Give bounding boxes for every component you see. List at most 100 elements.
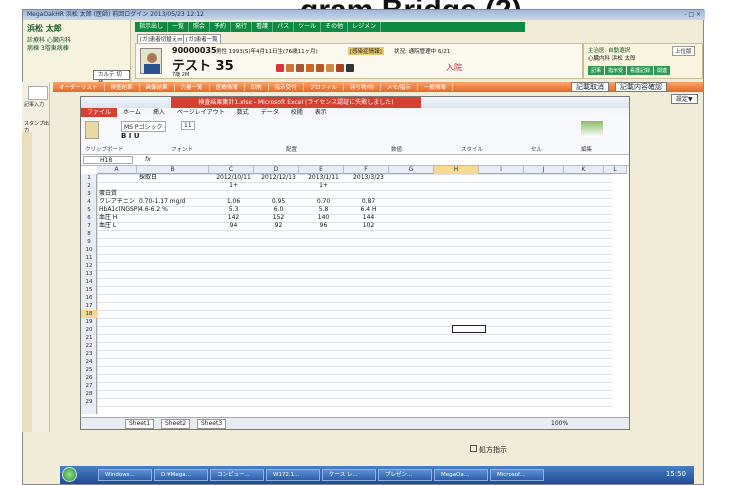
row-number[interactable]: 24 bbox=[81, 358, 97, 366]
bold-icon[interactable]: B I U bbox=[121, 132, 140, 140]
table-cell[interactable]: 144 bbox=[346, 214, 391, 222]
col-header[interactable]: B bbox=[137, 166, 209, 174]
row-number[interactable]: 27 bbox=[81, 382, 97, 390]
row-number[interactable]: 16 bbox=[81, 294, 97, 302]
toolbar-item[interactable]: 力量一覧 bbox=[175, 83, 210, 91]
row-number[interactable]: 13 bbox=[81, 270, 97, 278]
table-cell[interactable]: 96 bbox=[301, 222, 346, 230]
row-number[interactable]: 21 bbox=[81, 334, 97, 342]
table-cell[interactable]: 6.0 bbox=[256, 206, 301, 214]
row-number[interactable]: 14 bbox=[81, 278, 97, 286]
table-cell[interactable]: 2013/1/11 bbox=[301, 174, 346, 182]
menu-item[interactable]: パス bbox=[273, 22, 295, 32]
table-cell[interactable]: 0.70 bbox=[301, 198, 346, 206]
col-header[interactable]: A bbox=[97, 166, 137, 174]
table-cell[interactable]: 6.4 H bbox=[346, 206, 391, 214]
row-number[interactable]: 25 bbox=[81, 366, 97, 374]
table-cell[interactable]: 血圧 H bbox=[99, 214, 117, 222]
table-cell[interactable]: 1.06 bbox=[211, 198, 256, 206]
col-header[interactable]: K bbox=[564, 166, 604, 174]
alert-icon[interactable] bbox=[286, 64, 294, 72]
row-number[interactable]: 12 bbox=[81, 262, 97, 270]
tab-insert[interactable]: 挿入 bbox=[147, 108, 171, 117]
table-cell[interactable]: 蛋白質 bbox=[99, 190, 117, 198]
table-cell[interactable]: 94 bbox=[211, 222, 256, 230]
menu-item[interactable]: 看護 bbox=[252, 22, 274, 32]
toolbar-item[interactable]: 画像結果 bbox=[140, 83, 175, 91]
table-cell[interactable]: 92 bbox=[256, 222, 301, 230]
tab-formulas[interactable]: 数式 bbox=[231, 108, 255, 117]
table-cell[interactable]: 血圧 L bbox=[99, 222, 116, 230]
taskbar-item[interactable]: Microsof... bbox=[490, 469, 544, 481]
menu-item[interactable]: 発行 bbox=[231, 22, 253, 32]
col-header[interactable]: L bbox=[604, 166, 627, 174]
row-number[interactable]: 28 bbox=[81, 390, 97, 398]
row-number[interactable]: 9 bbox=[81, 238, 97, 246]
tab-review[interactable]: 校閲 bbox=[285, 108, 309, 117]
tab-records[interactable]: 記事 bbox=[588, 66, 605, 75]
row-number[interactable]: 20 bbox=[81, 326, 97, 334]
table-cell[interactable]: 0.70-1.17 mg/d bbox=[139, 198, 185, 206]
alert-icon[interactable] bbox=[326, 64, 334, 72]
formula-icon[interactable]: fx bbox=[145, 156, 151, 163]
tab-related[interactable]: 関連 bbox=[654, 66, 671, 75]
row-number[interactable]: 5 bbox=[81, 206, 97, 214]
row-number[interactable]: 18 bbox=[81, 310, 97, 318]
upper-button[interactable]: 上位版 bbox=[672, 46, 695, 56]
col-header[interactable]: I bbox=[479, 166, 524, 174]
sort-icon[interactable] bbox=[581, 121, 603, 137]
cancel-record-button[interactable]: 記載取消 bbox=[571, 82, 609, 92]
name-box[interactable]: H18 bbox=[83, 156, 133, 164]
row-number[interactable]: 17 bbox=[81, 302, 97, 310]
table-cell[interactable]: 2012/10/11 bbox=[211, 174, 256, 182]
col-header[interactable]: E bbox=[299, 166, 344, 174]
sheet-tab[interactable]: Sheet2 bbox=[161, 419, 191, 429]
menu-item[interactable]: 指示出し bbox=[135, 22, 169, 32]
tab-nursing[interactable]: 看護記録 bbox=[627, 66, 654, 75]
menu-item[interactable]: その他 bbox=[321, 22, 349, 32]
row-number[interactable]: 7 bbox=[81, 222, 97, 230]
col-header[interactable]: H bbox=[434, 166, 479, 174]
toolbar-item[interactable]: 印刷 bbox=[245, 83, 269, 91]
row-number[interactable]: 2 bbox=[81, 182, 97, 190]
toolbar-item[interactable]: 検査結果 bbox=[105, 83, 140, 91]
table-cell[interactable]: 0.87 bbox=[346, 198, 391, 206]
table-cell[interactable]: 1+ bbox=[211, 182, 256, 190]
table-cell[interactable]: 140 bbox=[301, 214, 346, 222]
toolbar-item[interactable]: メモ/指示 bbox=[381, 83, 418, 91]
prescription-link[interactable]: 処方指示 bbox=[470, 445, 507, 455]
alert-icon[interactable] bbox=[346, 64, 354, 72]
taskbar-item[interactable]: ケース レ... bbox=[322, 469, 376, 481]
col-header[interactable]: D bbox=[254, 166, 299, 174]
toolbar-item[interactable]: 指示受付 bbox=[269, 83, 304, 91]
allergy-badge[interactable]: [感染症情報] bbox=[348, 47, 384, 55]
window-controls[interactable]: - □ × bbox=[684, 11, 701, 18]
vertical-tabs[interactable] bbox=[22, 132, 32, 432]
table-cell[interactable]: 5.8 bbox=[301, 206, 346, 214]
alert-icon[interactable] bbox=[276, 64, 284, 72]
row-number[interactable]: 10 bbox=[81, 246, 97, 254]
tab-layout[interactable]: ページレイアウト bbox=[171, 108, 231, 117]
table-cell[interactable]: 2013/3/23 bbox=[346, 174, 391, 182]
tab-view[interactable]: 表示 bbox=[309, 108, 333, 117]
taskbar-item[interactable]: W172.1... bbox=[266, 469, 320, 481]
chart-switch-button[interactable]: カルテ 切替 bbox=[93, 70, 130, 87]
menu-item[interactable]: ツール bbox=[294, 22, 322, 32]
toolbar-item[interactable]: 一般情報 bbox=[418, 83, 453, 91]
alert-icons[interactable] bbox=[276, 64, 356, 74]
zoom-level[interactable]: 100% bbox=[551, 420, 568, 427]
menu-item[interactable]: 予約 bbox=[210, 22, 232, 32]
table-cell[interactable]: 4.6-6.2 % bbox=[139, 206, 168, 214]
table-cell[interactable]: 102 bbox=[346, 222, 391, 230]
settings-dropdown[interactable]: 設定▼ bbox=[671, 94, 698, 104]
alert-icon[interactable] bbox=[296, 64, 304, 72]
edit-icon[interactable] bbox=[28, 86, 48, 100]
confirm-record-button[interactable]: 記載内容確認 bbox=[615, 82, 667, 92]
sheet-tab[interactable]: Sheet1 bbox=[125, 419, 155, 429]
row-number[interactable]: 6 bbox=[81, 214, 97, 222]
row-number[interactable]: 23 bbox=[81, 350, 97, 358]
table-cell[interactable]: 1+ bbox=[301, 182, 346, 190]
toolbar-item[interactable]: プロフィル bbox=[304, 83, 344, 91]
table-cell[interactable]: 5.3 bbox=[211, 206, 256, 214]
paste-icon[interactable] bbox=[85, 121, 99, 139]
